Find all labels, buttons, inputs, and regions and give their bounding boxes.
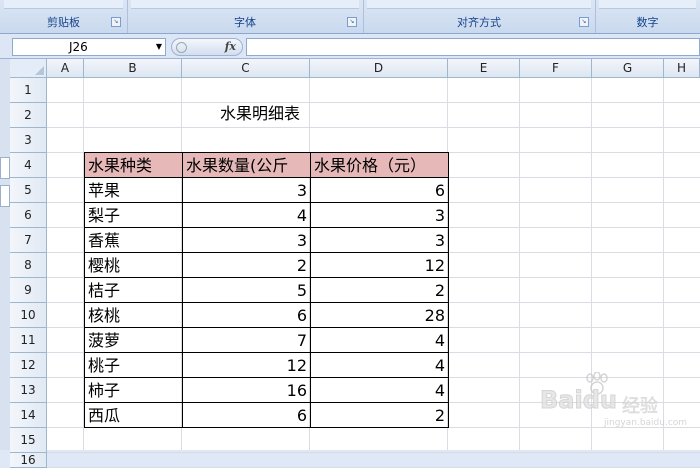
fruit-qty-cell[interactable]: 3	[182, 177, 311, 203]
fruit-price-cell[interactable]: 4	[310, 377, 449, 403]
fruit-qty-cell[interactable]: 6	[182, 402, 311, 428]
fruit-price-cell[interactable]: 12	[310, 252, 449, 278]
fruit-name-cell[interactable]: 苹果	[84, 177, 183, 203]
row-header-3[interactable]: 3	[10, 128, 47, 153]
fruit-price-cell[interactable]: 3	[310, 227, 449, 253]
table-header-cell[interactable]: 水果价格（元）	[310, 152, 449, 178]
row-header-8[interactable]: 8	[10, 253, 47, 278]
column-header-a[interactable]: A	[47, 59, 84, 78]
dialog-launcher-icon[interactable]: ↘	[111, 17, 121, 27]
watermark-text: Baidu	[540, 386, 618, 415]
fruit-price-cell[interactable]: 4	[310, 352, 449, 378]
fruit-name-cell[interactable]: 菠萝	[84, 327, 183, 353]
fruit-price-cell[interactable]: 6	[310, 177, 449, 203]
table-header-cell[interactable]: 水果种类	[84, 152, 183, 178]
row-header-16[interactable]: 16	[10, 453, 47, 468]
column-header-c[interactable]: C	[182, 59, 310, 78]
row-header-6[interactable]: 6	[10, 203, 47, 228]
fx-icon: fx	[224, 40, 236, 53]
fruit-price-cell[interactable]: 2	[310, 277, 449, 303]
baidu-watermark: Baidu 经验 jingyan.baidu.com	[540, 372, 687, 428]
name-box-value: J26	[69, 40, 88, 54]
fruit-name-cell[interactable]: 樱桃	[84, 252, 183, 278]
dialog-launcher-icon[interactable]: ↘	[347, 17, 357, 27]
row-header-15[interactable]: 15	[10, 428, 47, 453]
row-header-10[interactable]: 10	[10, 303, 47, 328]
row-header-2[interactable]: 2	[10, 103, 47, 128]
row-header-4[interactable]: 4	[10, 153, 47, 178]
ribbon: 剪贴板 ↘ 字体 ↘ 对齐方式 ↘ 数字	[0, 0, 700, 34]
row-header-14[interactable]: 14	[10, 403, 47, 428]
formula-input[interactable]	[246, 38, 700, 56]
ribbon-group-alignment: 对齐方式 ↘	[363, 0, 596, 33]
fruit-qty-cell[interactable]: 2	[182, 252, 311, 278]
ribbon-group-label: 对齐方式	[457, 16, 501, 29]
fruit-qty-cell[interactable]: 6	[182, 302, 311, 328]
fruit-name-cell[interactable]: 桔子	[84, 277, 183, 303]
fruit-qty-cell[interactable]: 12	[182, 352, 311, 378]
row-header-1[interactable]: 1	[10, 78, 47, 103]
row-header-13[interactable]: 13	[10, 378, 47, 403]
ribbon-group-label: 数字	[636, 16, 659, 29]
fruit-name-cell[interactable]: 香蕉	[84, 227, 183, 253]
insert-function-button[interactable]: fx	[171, 38, 243, 56]
ribbon-group-font: 字体 ↘	[127, 0, 364, 33]
name-box[interactable]: J26 ▼	[12, 38, 166, 56]
fruit-qty-cell[interactable]: 16	[182, 377, 311, 403]
fruit-name-cell[interactable]: 核桃	[84, 302, 183, 328]
row-header-11[interactable]: 11	[10, 328, 47, 353]
row-header-9[interactable]: 9	[10, 278, 47, 303]
column-header-g[interactable]: G	[592, 59, 664, 78]
row-header-5[interactable]: 5	[10, 178, 47, 203]
fruit-price-cell[interactable]: 3	[310, 202, 449, 228]
ribbon-group-clipboard: 剪贴板 ↘	[0, 0, 128, 33]
fruit-qty-cell[interactable]: 4	[182, 202, 311, 228]
select-all-button[interactable]	[10, 59, 47, 78]
column-header-b[interactable]: B	[84, 59, 182, 78]
column-header-d[interactable]: D	[310, 59, 448, 78]
fruit-qty-cell[interactable]: 3	[182, 227, 311, 253]
watermark-cn: 经验	[622, 396, 658, 417]
fruit-price-cell[interactable]: 2	[310, 402, 449, 428]
column-header-f[interactable]: F	[520, 59, 592, 78]
fruit-name-cell[interactable]: 西瓜	[84, 402, 183, 428]
fruit-price-cell[interactable]: 28	[310, 302, 449, 328]
ribbon-group-label: 字体	[234, 16, 256, 29]
expand-circle-icon	[176, 42, 187, 53]
fruit-name-cell[interactable]: 柿子	[84, 377, 183, 403]
dialog-launcher-icon[interactable]: ↘	[579, 17, 589, 27]
column-header-e[interactable]: E	[448, 59, 520, 78]
fruit-name-cell[interactable]: 梨子	[84, 202, 183, 228]
column-header-h[interactable]: H	[664, 59, 700, 78]
fruit-qty-cell[interactable]: 5	[182, 277, 311, 303]
table-title: 水果明细表	[220, 104, 301, 123]
row-header-7[interactable]: 7	[10, 228, 47, 253]
fruit-price-cell[interactable]: 4	[310, 327, 449, 353]
table-header-cell[interactable]: 水果数量(公斤	[182, 152, 311, 178]
ribbon-group-number: 数字	[595, 0, 700, 33]
ribbon-group-label: 剪贴板	[47, 16, 80, 29]
fruit-name-cell[interactable]: 桃子	[84, 352, 183, 378]
fruit-qty-cell[interactable]: 7	[182, 327, 311, 353]
chevron-down-icon[interactable]: ▼	[156, 39, 162, 55]
watermark-url: jingyan.baidu.com	[604, 418, 688, 428]
row-header-12[interactable]: 12	[10, 353, 47, 378]
